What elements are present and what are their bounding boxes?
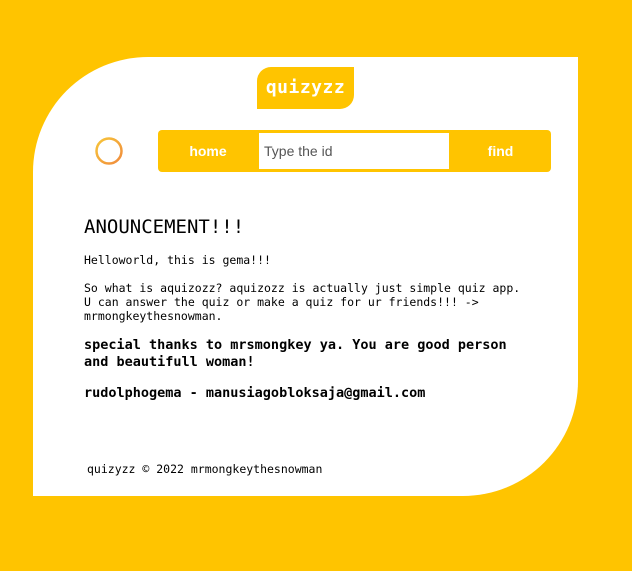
- announcement-description: So what is aquizozz? aquizozz is actuall…: [84, 281, 521, 323]
- quiz-id-input[interactable]: [259, 133, 449, 169]
- home-link[interactable]: home: [158, 130, 258, 172]
- find-button[interactable]: find: [450, 130, 551, 172]
- announcement-greeting: Helloworld, this is gema!!!: [84, 253, 271, 267]
- main-card: [33, 57, 578, 496]
- add-quiz-button[interactable]: [94, 136, 124, 166]
- announcement-title: ANOUNCEMENT!!!: [84, 216, 245, 238]
- app-logo[interactable]: quizyzz: [257, 67, 354, 109]
- plus-circle-icon: [95, 137, 123, 165]
- announcement-thanks: special thanks to mrsmongkey ya. You are…: [84, 337, 507, 370]
- footer-copyright: quizyzz © 2022 mrmongkeythesnowman: [87, 462, 323, 476]
- announcement-contact: rudolphogema - manusiagobloksaja@gmail.c…: [84, 385, 426, 401]
- navbar: home find: [158, 130, 551, 172]
